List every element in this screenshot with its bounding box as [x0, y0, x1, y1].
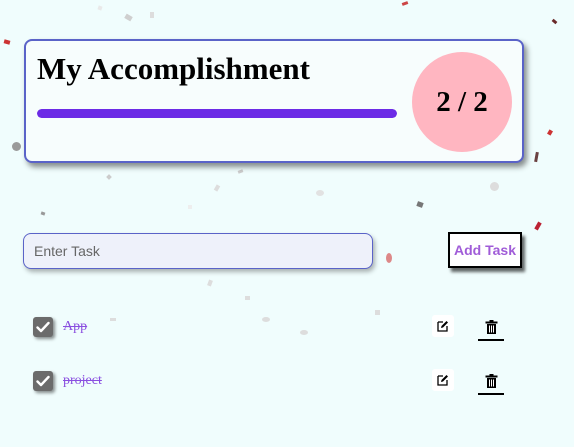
add-task-button[interactable]: Add Task [448, 232, 522, 268]
checkmark-icon [36, 375, 50, 387]
delete-button[interactable] [478, 369, 504, 395]
task-label: App [63, 319, 88, 334]
task-item: project [0, 367, 574, 397]
edit-icon [437, 375, 448, 386]
trash-icon [485, 374, 497, 388]
task-item: App [0, 313, 574, 343]
stats-card: My Accomplishment 2 / 2 [24, 39, 524, 163]
page-title: My Accomplishment [37, 51, 310, 86]
checkmark-icon [36, 321, 50, 333]
edit-button[interactable] [432, 369, 454, 391]
trash-icon [485, 320, 497, 334]
task-input[interactable] [23, 233, 373, 269]
edit-icon [437, 321, 448, 332]
task-label: project [63, 373, 102, 388]
progress-bar [37, 109, 397, 118]
task-checkbox[interactable] [33, 317, 53, 337]
add-task-label: Add Task [454, 242, 516, 258]
edit-button[interactable] [432, 315, 454, 337]
task-checkbox[interactable] [33, 371, 53, 391]
stats-counter: 2 / 2 [412, 52, 512, 152]
delete-button[interactable] [478, 315, 504, 341]
progress-fill [37, 109, 397, 118]
